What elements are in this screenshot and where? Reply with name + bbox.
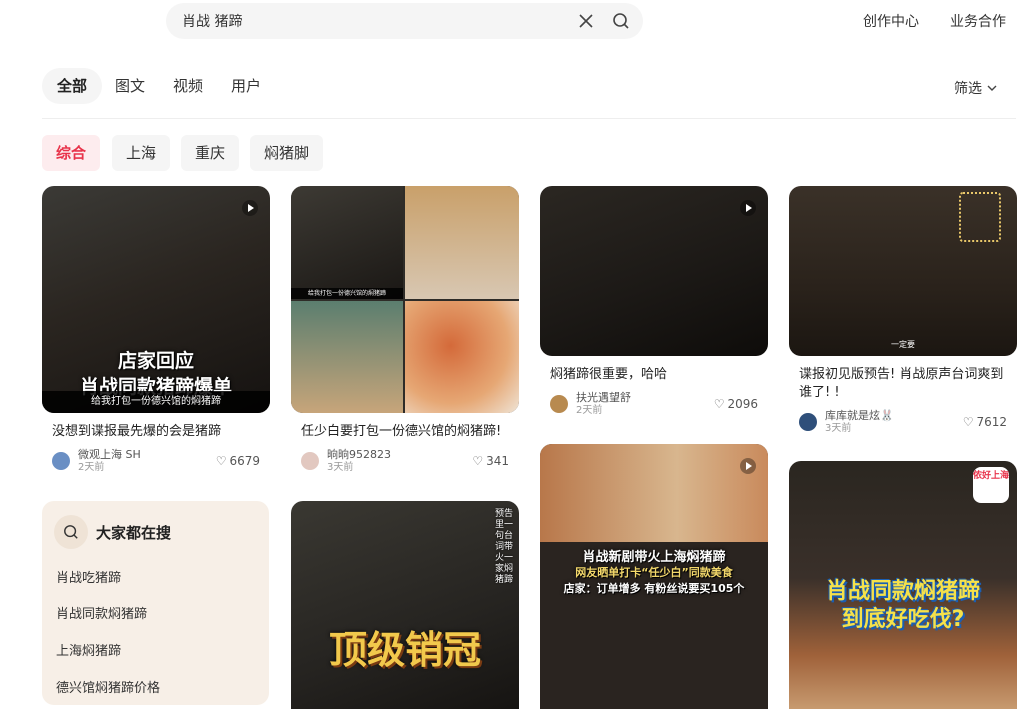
cover-subtitle: 一定要 [891,340,915,349]
note-card[interactable]: 预告里一句台词带火一家焖猪蹄 顶级销冠 [291,501,519,709]
cover-caption: 到底好吃伐? [841,607,965,632]
trending-item[interactable]: 肖战吃猪蹄 [56,567,121,586]
cover-caption: 店家回应 [117,350,194,372]
card-title: 焖猪蹄很重要，哈哈 [550,367,668,382]
heart-icon: ♡ [215,454,227,468]
cover-caption: 店家：订单增多 有粉丝说要买105个 [563,582,745,595]
search-bar [166,3,643,39]
card-title: 任少白要打包一份德兴馆的焖猪蹄! [301,424,502,439]
note-card[interactable]: 一定要 谍报初见版预告! 肖战原声台词爽到谁了! ! 库库就是炫🐰 3天前 ♡ 76… [789,186,1017,436]
avatar[interactable] [799,413,817,431]
card-cover: 一定要 [789,186,1017,356]
trending-title: 大家都在搜 [96,523,172,542]
card-cover: 店家回应 肖战同款猪蹄爆单 给我打包一份德兴馆的焖猪蹄 [42,186,270,413]
cover-subtitle: 给我打包一份德兴馆的焖猪蹄 [291,288,403,299]
play-icon [740,458,756,474]
note-card[interactable]: 侬好上海 肖战同款焖猪蹄 到底好吃伐? [789,461,1017,709]
tab-all[interactable]: 全部 [42,68,103,104]
like-button[interactable]: ♡ 6679 [216,454,260,468]
card-title: 谍报初见版预告! 肖战原声台词爽到谁了! ! [799,367,1004,400]
cover-subtitle: 给我打包一份德兴馆的焖猪蹄 [42,391,270,413]
trending-item[interactable]: 肖战同款焖猪蹄 [56,603,147,622]
search-icon [54,515,88,549]
search-input[interactable] [182,3,562,39]
chip-comprehensive[interactable]: 综合 [42,135,101,171]
avatar[interactable] [52,452,70,470]
chip-braised-trotter[interactable]: 焖猪脚 [250,135,324,171]
play-icon [740,200,756,216]
tab-videos[interactable]: 视频 [158,68,218,104]
card-cover: 肖战新剧带火上海焖猪蹄 网友晒单打卡“任少白”同款美食 店家：订单增多 有粉丝说… [540,444,768,709]
author-name[interactable]: 扶光遇望舒 2天前 [576,391,714,417]
cover-caption: 肖战新剧带火上海焖猪蹄 [582,550,726,565]
author-name[interactable]: 晌晌952823 3天前 [327,448,472,474]
filter-button[interactable]: 筛选 [954,78,998,98]
like-button[interactable]: ♡ 2096 [714,397,758,411]
play-icon [242,200,258,216]
chip-shanghai[interactable]: 上海 [112,135,171,171]
brand-badge: 侬好上海 [973,467,1009,503]
author-name[interactable]: 微观上海 SH 2天前 [78,448,216,474]
card-title: 没想到谍报最先爆的会是猪蹄 [52,424,222,439]
trending-item[interactable]: 德兴馆焖猪蹄价格 [56,677,160,696]
heart-icon: ♡ [713,397,725,411]
like-button[interactable]: ♡ 7612 [963,415,1007,429]
cover-side-text: 预告里一句台词带火一家焖猪蹄 [495,509,514,585]
creator-center-link[interactable]: 创作中心 [863,11,919,31]
search-icon[interactable] [612,12,630,30]
card-cover [540,186,768,356]
avatar[interactable] [550,395,568,413]
heart-icon: ♡ [962,415,974,429]
note-card[interactable]: 店家回应 肖战同款猪蹄爆单 给我打包一份德兴馆的焖猪蹄 没想到谍报最先爆的会是猪… [42,186,270,475]
business-link[interactable]: 业务合作 [950,11,1006,31]
tab-notes[interactable]: 图文 [100,68,160,104]
filter-label: 筛选 [954,81,982,97]
tab-users[interactable]: 用户 [216,68,276,104]
note-card[interactable]: 肖战新剧带火上海焖猪蹄 网友晒单打卡“任少白”同款美食 店家：订单增多 有粉丝说… [540,444,768,709]
divider [42,118,1016,119]
heart-icon: ♡ [472,454,484,468]
card-cover: 预告里一句台词带火一家焖猪蹄 顶级销冠 [291,501,519,709]
card-cover: 侬好上海 肖战同款焖猪蹄 到底好吃伐? [789,461,1017,709]
cover-caption: 网友晒单打卡“任少白”同款美食 [575,566,733,579]
author-name[interactable]: 库库就是炫🐰 3天前 [825,409,963,435]
cover-caption: 顶级销冠 [328,628,481,672]
card-cover: 给我打包一份德兴馆的焖猪蹄 [291,186,519,413]
note-card[interactable]: 焖猪蹄很重要，哈哈 扶光遇望舒 2天前 ♡ 2096 [540,186,768,418]
chip-chongqing[interactable]: 重庆 [181,135,240,171]
trending-searches: 大家都在搜 肖战吃猪蹄 肖战同款焖猪蹄 上海焖猪蹄 德兴馆焖猪蹄价格 [42,501,269,705]
trending-item[interactable]: 上海焖猪蹄 [56,640,121,659]
like-button[interactable]: ♡ 341 [472,454,509,468]
avatar[interactable] [301,452,319,470]
note-card[interactable]: 给我打包一份德兴馆的焖猪蹄 任少白要打包一份德兴馆的焖猪蹄! 晌晌952823 3… [291,186,519,475]
chevron-down-icon [987,85,997,91]
clear-icon[interactable] [577,12,595,30]
